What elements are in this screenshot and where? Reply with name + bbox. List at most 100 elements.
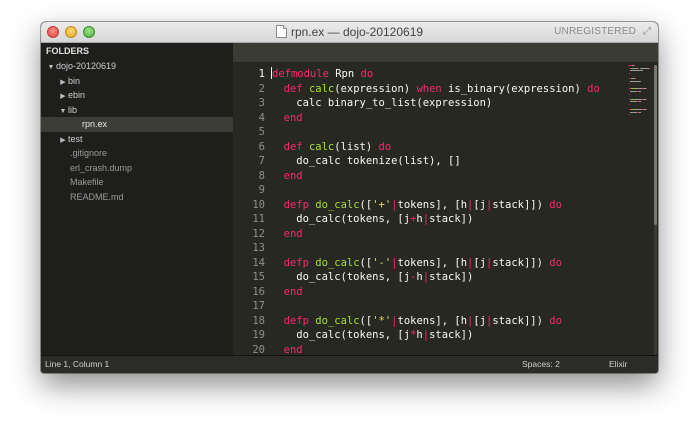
code-line: do_calc(tokens, [j*h|stack]) [271,328,628,343]
keyword-token: do [587,82,600,95]
minimap-segment [649,67,650,69]
code-line: end [271,169,628,184]
keyword-token: def [283,82,303,95]
fullscreen-icon[interactable]: ⤢ [643,27,653,37]
code-line: defp do_calc(['*'|tokens], [h|[j|stack]]… [271,314,628,329]
title-bar[interactable]: rpn.ex — dojo-20120619 UNREGISTERED ⤢ [41,22,658,43]
code-line: def calc(list) do [271,140,628,155]
minimap[interactable] [628,65,652,125]
sidebar-file[interactable]: rpn.ex [41,117,233,132]
minimap-segment [629,80,641,82]
line-number: 16 [252,285,265,298]
keyword-token: end [283,169,303,182]
code-token: tokens], [h [397,256,468,269]
line-number: 18 [252,314,265,327]
code-token: stack]) [429,213,474,225]
string-token: '*' [372,314,392,327]
sidebar-item-label: dojo-20120619 [56,61,117,71]
line-number: 9 [258,184,265,196]
sidebar-header: FOLDERS [46,46,90,56]
sidebar-folder[interactable]: ▼ dojo-20120619 [41,59,233,74]
line-number: 4 [258,111,265,124]
code-token: do_calc tokenize(list), [] [271,155,461,167]
sidebar-folder[interactable]: ▶ test [41,132,233,147]
sidebar-file[interactable]: Makefile [41,175,233,190]
code-token: ([ [359,198,373,211]
sidebar-file[interactable]: README.md [41,190,233,205]
keyword-token: end [283,285,303,298]
line-number-gutter: 1 2 3 4 5 6 7 8 9 10 11 12 13 14 15 16 17 18 19 20 [233,67,265,357]
line-number: 17 [252,300,265,312]
sidebar-folder[interactable]: ▶ ebin [41,88,233,103]
code-area[interactable]: defmodule Rpn do def calc(expression) wh… [271,67,628,357]
code-token: tokens], [h [397,314,468,327]
sidebar-file[interactable]: .gitignore [41,146,233,161]
keyword-token: do [360,68,374,80]
sidebar-item-label: .gitignore [70,148,108,158]
keyword-token: when [416,82,442,95]
minimap-segment [629,91,638,92]
sidebar-folder[interactable]: ▼ lib [41,103,233,118]
line-number: 15 [252,271,265,283]
syntax-selector[interactable]: Elixir [609,356,627,373]
code-line: end [271,227,628,242]
code-line: do_calc tokenize(list), [] [271,154,628,169]
string-token: '-' [372,256,392,269]
function-token: do_calc [315,198,360,211]
status-bar: Line 1, Column 1 Spaces: 2 Elixir [41,355,658,373]
editor-window: rpn.ex — dojo-20120619 UNREGISTERED ⤢ FO… [41,22,658,373]
code-line: defmodule Rpn do [271,67,628,82]
code-token: do_calc(tokens, [j [271,213,411,225]
keyword-token: end [283,111,303,124]
code-line: defp do_calc(['+'|tokens], [h|[j|stack]]… [271,198,628,213]
code-token: stack]) [429,329,474,341]
minimap-segment [629,111,638,113]
code-editor[interactable]: 1 2 3 4 5 6 7 8 9 10 11 12 13 14 15 16 17 18 19 20 defmodul… [233,62,658,356]
minimap-segment [628,114,631,116]
line-number: 7 [258,155,265,167]
sidebar: FOLDERS ▼ dojo-20120619 ▶ bin ▶ ebin ▼ lib rpn.e… [41,43,233,356]
code-token: [j [473,198,487,211]
window-title: rpn.ex — dojo-20120619 [290,25,424,39]
sidebar-item-label: README.md [70,191,124,202]
line-number: 3 [258,97,265,109]
indentation-setting[interactable]: Spaces: 2 [522,356,560,373]
keyword-token: defp [283,314,309,327]
function-token: do_calc [315,256,360,269]
minimap-segment [628,65,632,66]
keyword-token: do [549,198,562,211]
code-token: stack]) [429,271,474,283]
line-number: 1 [258,68,265,80]
unregistered-label: UNREGISTERED [554,26,636,37]
sidebar-item-label: lib [68,104,78,115]
vertical-scrollbar[interactable] [654,65,657,355]
function-token: do_calc [315,314,360,327]
code-token: do_calc(tokens, [j [271,271,411,283]
function-token: calc [308,140,335,153]
line-number: 11 [252,213,265,225]
code-line: do_calc(tokens, [j+h|stack]) [271,212,628,227]
cursor-position: Line 1, Column 1 [45,359,110,369]
line-number: 6 [258,140,265,153]
keyword-token: def [283,140,303,153]
minimap-segment [628,104,631,105]
line-number: 2 [258,82,265,95]
sidebar-folder[interactable]: ▶ bin [41,74,233,89]
sidebar-file[interactable]: erl_crash.dump [41,161,233,176]
keyword-token: do [378,140,392,153]
code-token: calc binary_to_list(expression) [271,97,493,109]
string-token: '+' [372,198,392,211]
scrollbar-thumb[interactable] [654,65,657,225]
code-token: stack]]) [492,314,550,327]
minimap-segment [638,91,642,92]
code-line: calc binary_to_list(expression) [271,96,628,111]
